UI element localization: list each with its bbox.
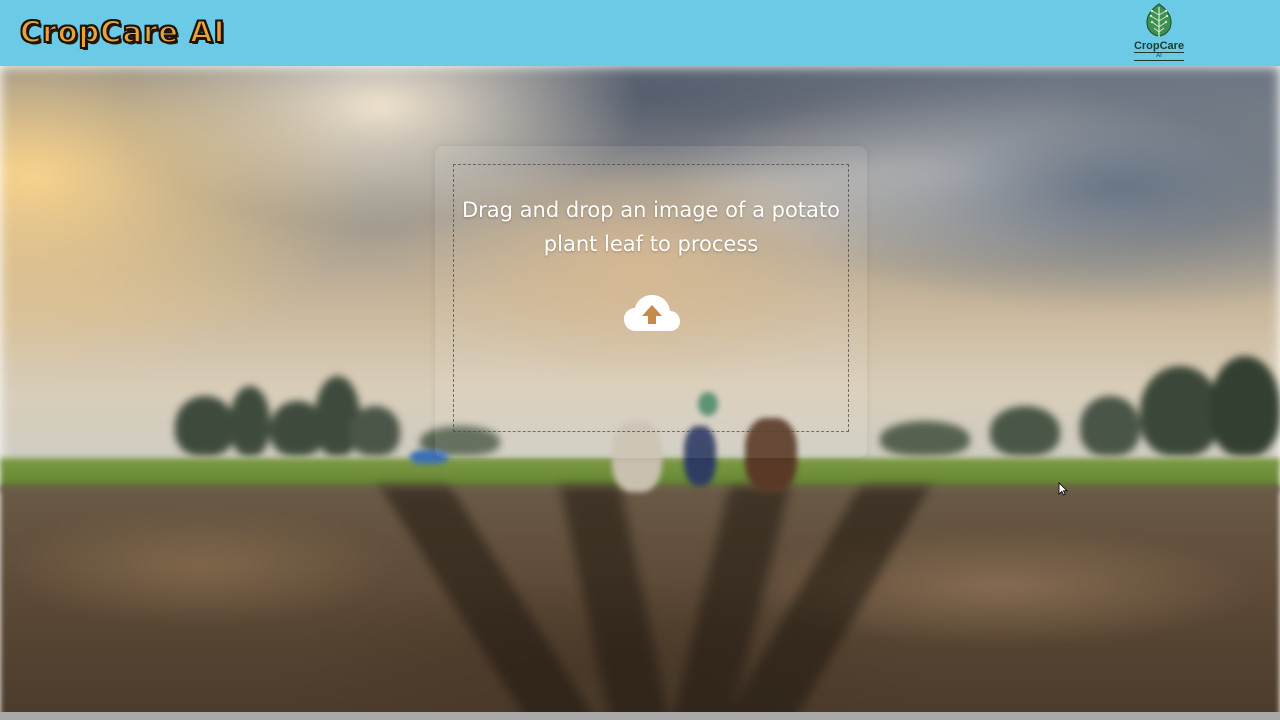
- mouse-cursor-icon: [1058, 482, 1068, 496]
- bottom-strip: [0, 712, 1280, 720]
- app-root: CropCare AI CropCare AI Drag and drop an…: [0, 0, 1280, 720]
- top-bar: CropCare AI CropCare AI: [0, 0, 1280, 66]
- image-dropzone[interactable]: Drag and drop an image of a potato plant…: [453, 164, 849, 432]
- cloud-upload-icon[interactable]: [622, 293, 682, 333]
- dropzone-instruction: Drag and drop an image of a potato plant…: [462, 198, 840, 256]
- logo[interactable]: CropCare AI: [1128, 3, 1190, 63]
- logo-sub: AI: [1134, 52, 1184, 61]
- upload-card: Drag and drop an image of a potato plant…: [435, 146, 867, 458]
- brand-title: CropCare AI: [19, 14, 226, 50]
- logo-name: CropCare: [1133, 40, 1185, 52]
- leaf-logo-icon: [1146, 3, 1172, 37]
